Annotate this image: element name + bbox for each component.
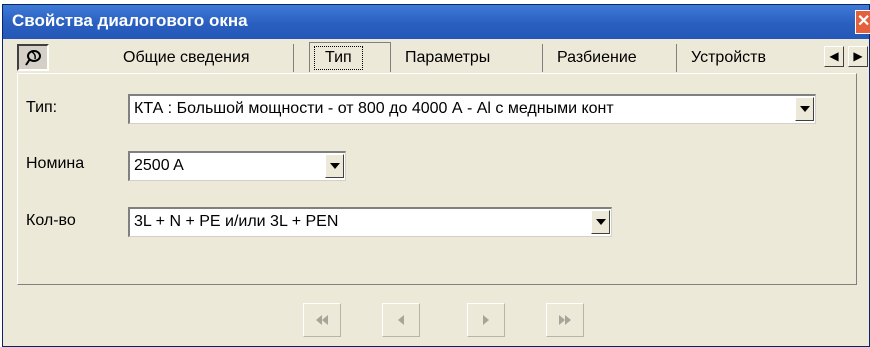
count-label: Кол-во xyxy=(26,212,76,229)
tab-general-label: Общие сведения xyxy=(123,49,250,66)
arrow-left-icon: ◀ xyxy=(829,49,839,63)
tab-devices[interactable]: Устройств xyxy=(677,44,801,72)
next-record-icon xyxy=(483,315,489,325)
last-record-icon xyxy=(559,315,571,325)
rating-label: Номина xyxy=(26,155,85,172)
rating-select[interactable]: 2500 A xyxy=(128,151,346,181)
rating-select-value: 2500 A xyxy=(134,157,184,174)
tab-type[interactable]: Тип xyxy=(309,42,391,72)
window-title: Свойства диалогового окна xyxy=(12,11,248,30)
chevron-down-icon xyxy=(595,219,606,225)
type-dropdown-button[interactable] xyxy=(795,97,814,121)
arrow-right-icon: ▶ xyxy=(853,49,863,63)
dialog-window: Свойства диалогового окна ✕ Общие сведен… xyxy=(2,4,870,347)
next-record-button[interactable] xyxy=(467,303,505,337)
tab-scroll-right-button[interactable]: ▶ xyxy=(848,46,868,67)
close-button[interactable]: ✕ xyxy=(855,10,870,34)
chevron-down-icon xyxy=(799,106,810,112)
tab-type-label: Тип xyxy=(314,46,363,70)
chevron-down-icon xyxy=(329,163,340,169)
close-icon: ✕ xyxy=(857,13,870,30)
tab-split[interactable]: Разбиение xyxy=(543,44,677,72)
rating-dropdown-button[interactable] xyxy=(325,154,344,178)
last-record-button[interactable] xyxy=(546,303,584,337)
pin-button[interactable] xyxy=(17,44,49,71)
previous-record-button[interactable] xyxy=(382,303,420,337)
count-select[interactable]: 3L + N + PE и/или 3L + PEN xyxy=(128,207,612,237)
first-record-icon xyxy=(316,315,328,325)
tab-parameters[interactable]: Параметры xyxy=(391,44,543,72)
tab-strip: Общие сведения Тип Параметры Разбиение У… xyxy=(3,39,869,73)
tab-panel-type: Тип: КТА : Большой мощности - от 800 до … xyxy=(17,73,857,285)
tab-devices-label: Устройств xyxy=(691,49,766,66)
tab-parameters-label: Параметры xyxy=(405,49,491,66)
title-bar[interactable]: Свойства диалогового окна ✕ xyxy=(3,5,870,39)
tab-general[interactable]: Общие сведения xyxy=(109,44,294,72)
previous-record-icon xyxy=(398,315,404,325)
count-dropdown-button[interactable] xyxy=(591,210,610,234)
type-select[interactable]: КТА : Большой мощности - от 800 до 4000 … xyxy=(128,94,816,124)
type-label: Тип: xyxy=(26,99,58,116)
count-select-value: 3L + N + PE и/или 3L + PEN xyxy=(134,213,339,230)
pin-icon xyxy=(25,49,41,66)
first-record-button[interactable] xyxy=(303,303,341,337)
tab-scroll-left-button[interactable]: ◀ xyxy=(824,46,844,67)
type-select-value: КТА : Большой мощности - от 800 до 4000 … xyxy=(134,100,614,117)
tab-split-label: Разбиение xyxy=(557,49,637,66)
